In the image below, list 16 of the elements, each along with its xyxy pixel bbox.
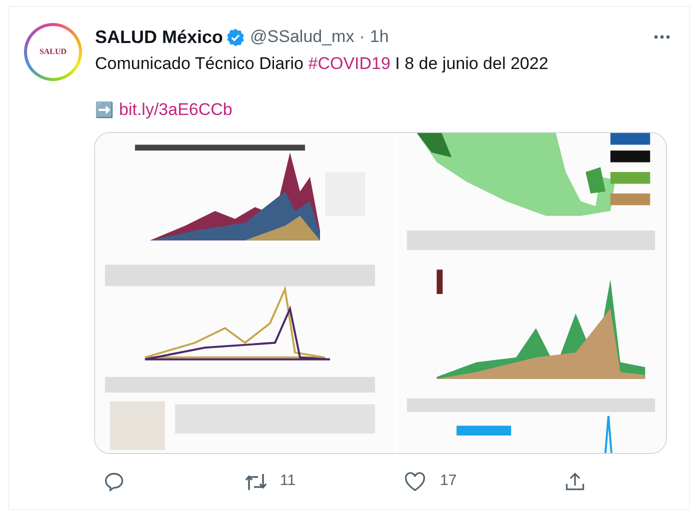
share-icon[interactable] bbox=[564, 470, 586, 493]
tweet-time[interactable]: 1h bbox=[370, 24, 389, 50]
author-handle[interactable]: @SSalud_mx bbox=[250, 24, 354, 50]
tweet-text: Comunicado Técnico Diario #COVID19 I 8 de junio del 2022 bbox=[95, 53, 550, 75]
reply-icon[interactable] bbox=[104, 470, 126, 493]
short-link[interactable]: bit.ly/3aE6CCb bbox=[119, 97, 232, 123]
like-count: 17 bbox=[440, 471, 457, 492]
separator: · bbox=[359, 26, 365, 48]
hashtag-link[interactable]: #COVID19 bbox=[308, 54, 390, 73]
heart-icon[interactable] bbox=[404, 472, 426, 492]
arrow-emoji: ➡ bbox=[95, 100, 114, 121]
author-name[interactable]: SALUD México bbox=[95, 24, 224, 50]
avatar[interactable]: SALUD bbox=[24, 23, 82, 81]
more-icon[interactable] bbox=[653, 34, 671, 40]
avatar-label: SALUD bbox=[39, 46, 67, 58]
retweet-count: 11 bbox=[280, 471, 296, 492]
